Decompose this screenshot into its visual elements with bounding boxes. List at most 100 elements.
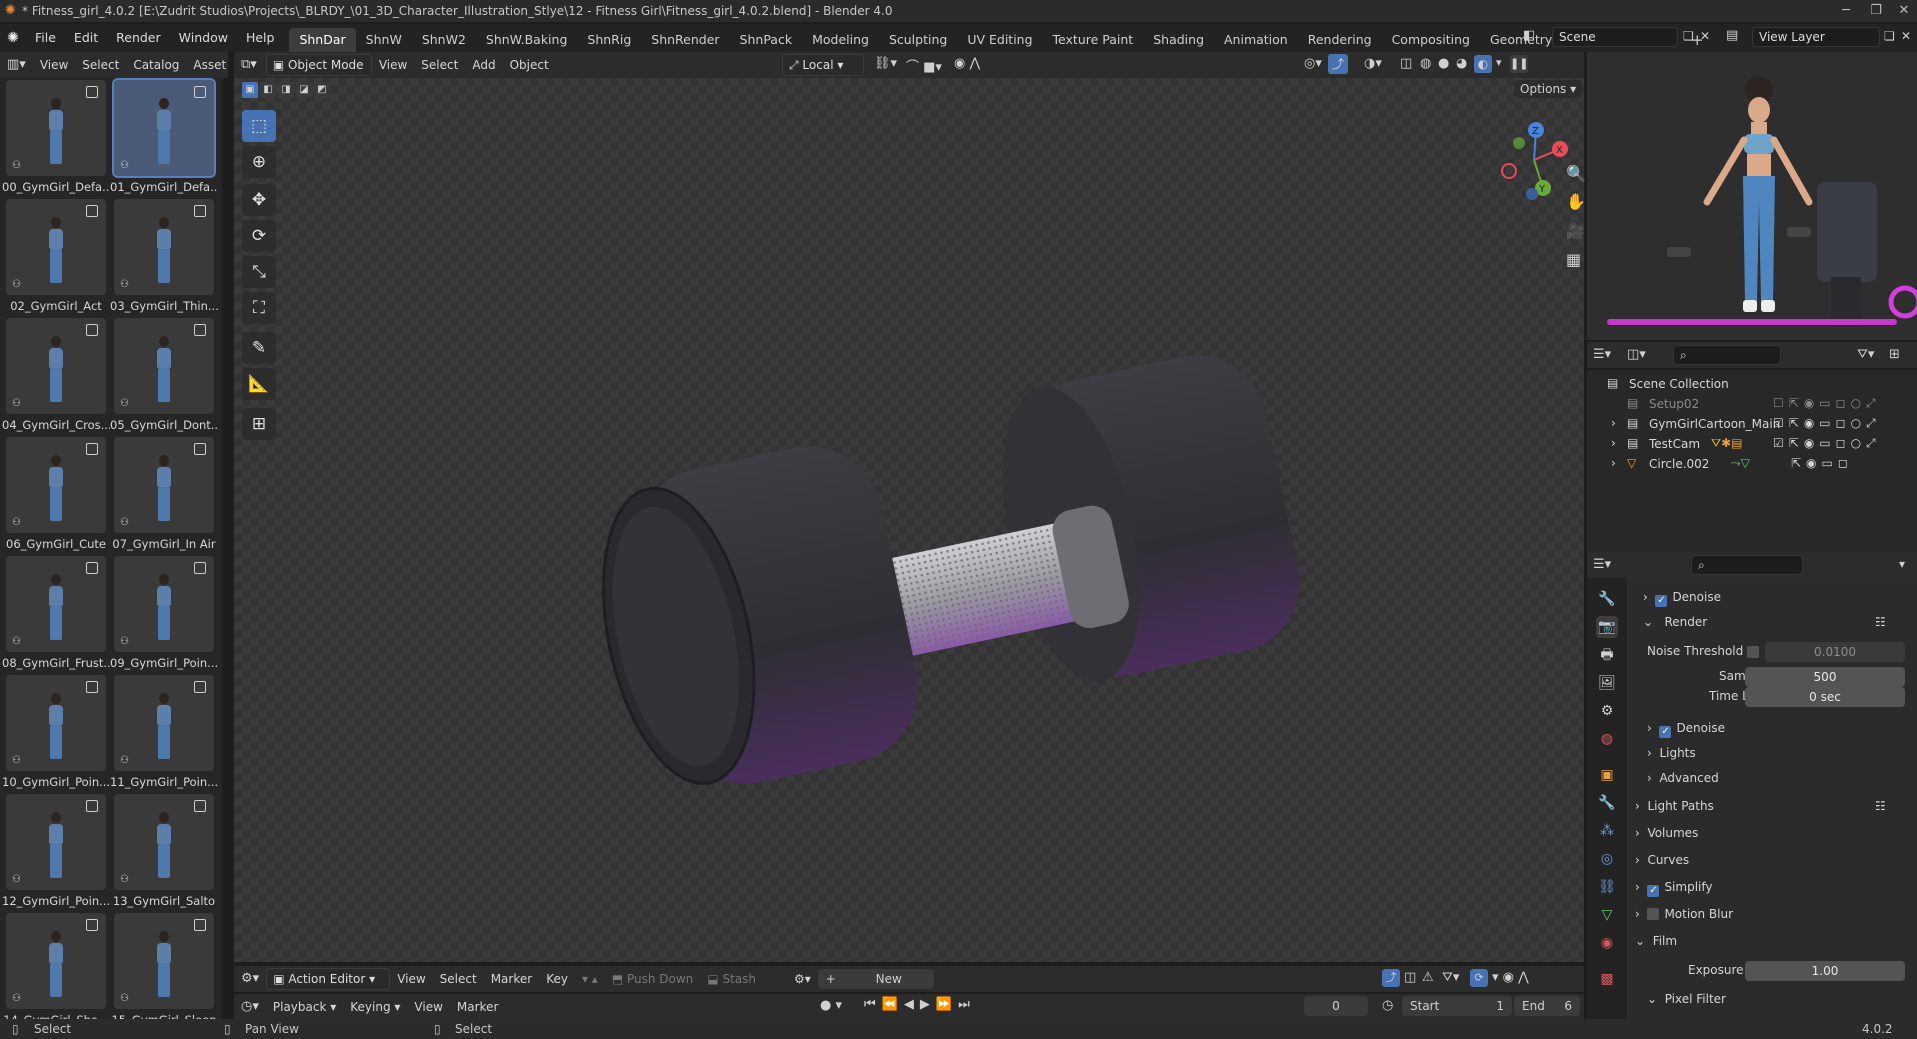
row-toggle-icons[interactable]: ☑⇱◉▭◻○⤢	[1773, 436, 1881, 451]
gizmo-neg-y-icon[interactable]	[1513, 137, 1525, 149]
timeline-editor-icon[interactable]: ◷▾	[234, 996, 266, 1018]
action-menu-select[interactable]: Select	[433, 968, 484, 990]
asset-thumbnail[interactable]: ⚇	[6, 199, 106, 295]
outliner-row-testcam[interactable]: › ▤ TestCam ⛛✱▤ ☑⇱◉▭◻○⤢	[1587, 434, 1917, 454]
cursor-tool-icon[interactable]: ⊕	[242, 146, 276, 178]
gizmo-neg-z-icon[interactable]	[1526, 188, 1538, 200]
outliner-search-input[interactable]: ⌕	[1673, 345, 1781, 365]
tool-tab-icon[interactable]: 🔧	[1596, 588, 1618, 610]
action-editor-mode-dropdown[interactable]: ▣ Action Editor ▾	[266, 968, 391, 990]
expand-arrow-icon[interactable]: ›	[1611, 456, 1616, 470]
action-editor-type-icon[interactable]: ⚙▾	[234, 968, 266, 990]
filter-icon[interactable]: ⛛▾	[1442, 970, 1459, 985]
rotate-tool-icon[interactable]: ⟳	[242, 220, 276, 252]
tab-rendering[interactable]: Rendering	[1298, 28, 1382, 52]
new-scene-icon[interactable]: ❏	[1683, 29, 1694, 43]
tab-uv-editing[interactable]: UV Editing	[957, 28, 1042, 52]
delete-scene-icon[interactable]: ✕	[1700, 29, 1710, 43]
tab-shading[interactable]: Shading	[1143, 28, 1214, 52]
camera-view-icon[interactable]: 🎥	[1566, 222, 1585, 240]
material-tab-icon[interactable]: ◉	[1596, 932, 1618, 954]
current-frame-field[interactable]: 0	[1304, 996, 1368, 1016]
xray-icon[interactable]: ◫	[1400, 56, 1412, 71]
edit-asset-icon[interactable]	[194, 443, 206, 455]
start-frame-field[interactable]: Start 1	[1402, 996, 1512, 1016]
transform-tool-icon[interactable]: ⛶	[242, 292, 276, 324]
camera-preview[interactable]	[1587, 52, 1917, 340]
visibility-icon[interactable]: ◎▾	[1304, 56, 1322, 71]
edit-asset-icon[interactable]	[194, 86, 206, 98]
asset-thumbnail[interactable]: ⚇	[114, 318, 214, 414]
expand-arrow-icon[interactable]: ›	[1611, 416, 1616, 430]
film-panel-header[interactable]: ⌄ Film	[1635, 934, 1677, 948]
pause-render-icon[interactable]: ❚❚	[1510, 55, 1528, 73]
asset-thumbnail[interactable]: ⚇	[114, 675, 214, 771]
asset-menu-select[interactable]: Select	[75, 54, 126, 76]
light-paths-presets-icon[interactable]: ☷	[1875, 799, 1886, 813]
3d-viewport[interactable]: ▣ ◧ ◨ ◪ ◩ Options ▾ ⬚ ⊕ ✥ ⟳ ⤡ ⛶ ✎ 📐 ⊞ X …	[234, 78, 1586, 962]
options-dropdown[interactable]: Options ▾	[1514, 80, 1583, 98]
perspective-grid-icon[interactable]: ▦	[1566, 250, 1581, 269]
scale-tool-icon[interactable]: ⤡	[242, 256, 276, 288]
view-layer-tab-icon[interactable]: 🖼	[1596, 672, 1618, 694]
object-mode-dropdown[interactable]: ▣ Object Mode ▾	[265, 54, 372, 92]
view-layer-field[interactable]: View Layer	[1752, 27, 1880, 47]
exposure-field[interactable]: 1.00	[1745, 961, 1905, 981]
asset-thumbnail[interactable]: ⚇	[114, 437, 214, 533]
menu-help[interactable]: Help	[237, 24, 284, 52]
annotate-tool-icon[interactable]: ✎	[242, 332, 276, 364]
action-menu-view[interactable]: View	[390, 968, 432, 990]
menu-edit[interactable]: Edit	[65, 24, 107, 52]
tab-sculpting[interactable]: Sculpting	[879, 28, 957, 52]
snap-icon[interactable]: ⌒ ■▾	[906, 56, 942, 75]
noise-threshold-checkbox[interactable]	[1747, 646, 1759, 658]
asset-thumbnail[interactable]: ⚇	[6, 913, 106, 1009]
wireframe-shading-icon[interactable]: ◍	[1420, 56, 1431, 71]
stash-button[interactable]: ⬓ Stash	[700, 968, 763, 990]
push-down-button[interactable]: ⬒ Push Down	[605, 968, 700, 990]
dumbbell-model[interactable]	[504, 268, 1384, 868]
end-frame-field[interactable]: End 6	[1514, 996, 1580, 1016]
asset-thumbnail[interactable]: ⚇	[6, 675, 106, 771]
edit-asset-icon[interactable]	[86, 562, 98, 574]
asset-thumbnail[interactable]: ⚇	[6, 318, 106, 414]
data-tab-icon[interactable]: ▽	[1596, 904, 1618, 926]
simplify-checkbox[interactable]: ✓	[1647, 885, 1660, 897]
tab-shnrig[interactable]: ShnRig	[577, 28, 641, 52]
select-new-icon[interactable]: ▣	[242, 82, 258, 98]
asset-thumbnail[interactable]: ⚇	[114, 913, 214, 1009]
close-icon[interactable]: ✕	[1889, 1, 1917, 21]
output-tab-icon[interactable]: 🖶	[1596, 644, 1618, 666]
denoise-top-checkbox[interactable]: ✓	[1655, 595, 1668, 607]
edit-asset-icon[interactable]	[86, 324, 98, 336]
outliner-row-setup02[interactable]: ▤ Setup02 ☐⇱◉▭◻○⤢	[1587, 394, 1917, 414]
action-menu-marker[interactable]: Marker	[484, 968, 539, 990]
editor-type-icon[interactable]: ▥▾	[0, 54, 33, 76]
proportional-edit-icon[interactable]: ◉ ⋀	[954, 56, 980, 71]
motion-blur-row[interactable]: › Motion Blur	[1635, 907, 1733, 921]
menu-render[interactable]: Render	[107, 24, 170, 52]
only-selected-icon[interactable]: ⤴	[1382, 969, 1400, 987]
denoise-row[interactable]: › ✓ Denoise	[1647, 721, 1725, 738]
timeline-menu-keying[interactable]: Keying ▾	[343, 996, 407, 1018]
time-limit-field[interactable]: 0 sec	[1745, 687, 1905, 707]
row-toggle-icons[interactable]: ☑⇱◉▭◻○⤢	[1773, 416, 1881, 431]
minimize-icon[interactable]: ─	[1831, 1, 1861, 21]
delete-view-layer-icon[interactable]: ✕	[1901, 29, 1911, 43]
timeline-menu-playback[interactable]: Playback ▾	[266, 996, 343, 1018]
properties-editor-icon[interactable]: ☰▾	[1593, 557, 1611, 572]
action-browse-icon[interactable]: ⚙▾	[787, 968, 818, 990]
timeline-menu-marker[interactable]: Marker	[450, 996, 505, 1018]
denoise-top-row[interactable]: › ✓ Denoise	[1643, 590, 1721, 607]
shading-options-icon[interactable]: ▾	[1496, 56, 1502, 69]
errors-icon[interactable]: ⚠	[1422, 970, 1434, 985]
edit-asset-icon[interactable]	[86, 919, 98, 931]
maximize-icon[interactable]: ❐	[1861, 1, 1891, 21]
measure-tool-icon[interactable]: 📐	[242, 368, 276, 400]
viewport-menu-object[interactable]: Object	[503, 54, 556, 76]
volumes-row[interactable]: › Volumes	[1635, 826, 1698, 840]
auto-snap-icon[interactable]: ⟳	[1470, 969, 1488, 987]
menu-file[interactable]: File	[26, 24, 65, 52]
select-box-tool-icon[interactable]: ⬚	[242, 110, 276, 142]
noise-threshold-field[interactable]: 0.0100	[1765, 642, 1905, 662]
